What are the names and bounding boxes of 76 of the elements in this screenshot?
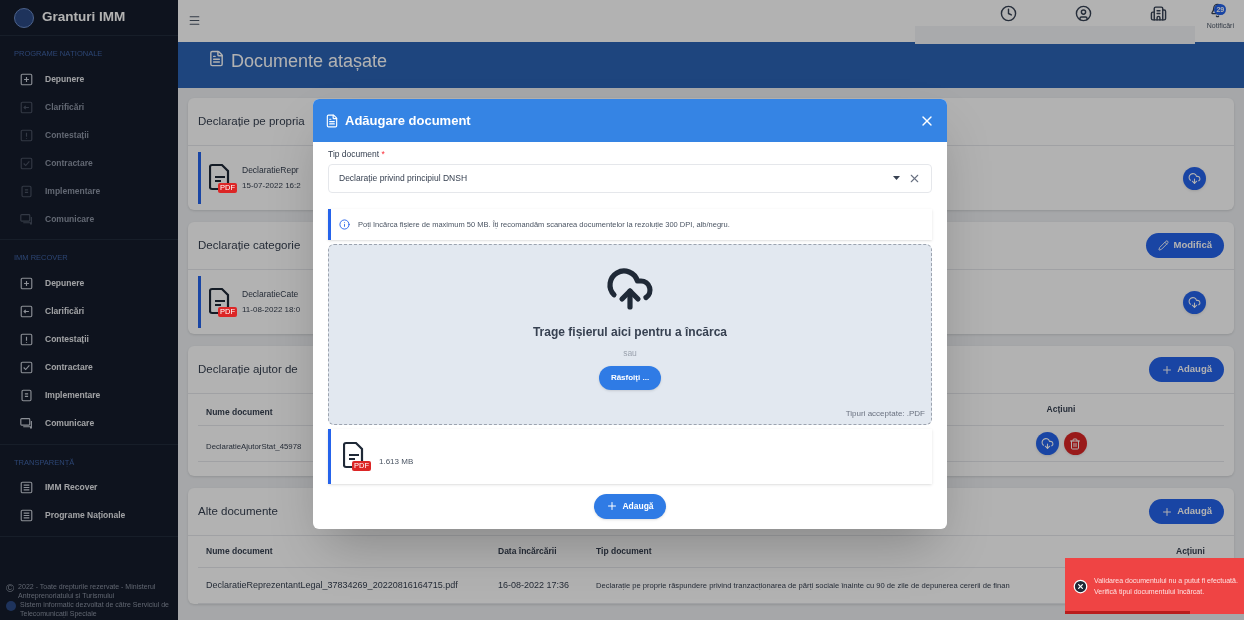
column-header: Nume document (206, 406, 273, 417)
sidebar-item[interactable]: Contractare (0, 353, 178, 382)
delete-button[interactable] (1063, 432, 1087, 455)
table-cell-text: DeclaratieReprezentantLegal_37834269_20220816164715.pdf (205, 578, 459, 592)
sidebar-item[interactable]: IMM Recover (0, 473, 178, 502)
column-header: Acțiuni (1176, 545, 1206, 558)
brand-name: Granturi IMM (42, 8, 126, 27)
drop-zone[interactable]: Trage fișierul aici pentru a încărca sau Răsfoiți ... Tipuri acceptate: .PDF (328, 243, 932, 425)
document-icon (20, 389, 33, 402)
field-label: Tip document * (328, 148, 386, 161)
caret-icon (893, 176, 900, 181)
copyright-symbol: © (6, 583, 15, 594)
info-icon (339, 218, 350, 230)
sidebar-item[interactable]: Implementare (0, 381, 178, 410)
or-text: sau (623, 346, 637, 360)
square-plus-icon (20, 72, 33, 86)
chat-icon (20, 417, 33, 430)
add-button[interactable]: Adaugă (594, 493, 666, 519)
card-title: Declarație ajutor de (198, 361, 298, 377)
list-icon (20, 481, 33, 495)
drop-text: Trage fișierul aici pentru a încărca (532, 323, 728, 341)
document-icon (20, 184, 33, 198)
document-icon (208, 50, 225, 67)
clock-icon[interactable] (999, 5, 1017, 22)
square-exclamation-icon (20, 333, 33, 346)
sidebar-item[interactable]: Contestații (0, 325, 178, 354)
card-title: Declarație categorie (198, 237, 301, 253)
sidebar-item[interactable]: Programe Naționale (0, 501, 178, 530)
square-check-icon (20, 156, 33, 170)
square-check-icon (20, 361, 33, 374)
download-button[interactable] (1035, 432, 1059, 455)
card-title: Declarație pe propria (198, 113, 305, 129)
file-date: 15-07-2022 16:2 (242, 180, 301, 192)
pencil-icon (1158, 240, 1170, 251)
file-name: DeclaratieCate (242, 288, 300, 301)
trash-icon (1069, 437, 1081, 450)
accepted-types: Tipuri acceptate: .PDF (845, 407, 925, 420)
browse-button[interactable]: Răsfoiți ... (598, 365, 662, 390)
file-size: 1.613 MB (379, 456, 414, 469)
emblem-icon (6, 601, 16, 611)
column-header: Nume document (205, 545, 274, 558)
plus-icon (1161, 505, 1174, 518)
column-header: Data încărcării (498, 545, 558, 558)
menu-icon[interactable] (188, 14, 201, 27)
column-header: Tip document (596, 545, 653, 558)
user-icon[interactable] (1074, 5, 1092, 22)
sidebar-item[interactable]: Depunere (0, 269, 178, 298)
add-button[interactable]: Adaugă (1149, 357, 1224, 382)
page-title: Documente atașate (231, 50, 388, 73)
square-exclamation-icon (20, 128, 33, 142)
edit-button[interactable]: Modifică (1146, 233, 1224, 258)
column-header: Acțiuni (1045, 403, 1077, 416)
list-icon (20, 509, 33, 523)
sidebar-item[interactable]: Comunicare (0, 409, 178, 438)
add-button[interactable]: Adaugă (1149, 499, 1224, 524)
chat-icon (20, 212, 33, 226)
document-icon (325, 113, 339, 128)
cloud-download-icon (1188, 295, 1201, 309)
cloud-download-icon (1040, 437, 1054, 450)
card-title: Alte documente (198, 503, 278, 519)
download-button[interactable] (1183, 166, 1206, 190)
plus-icon (606, 500, 619, 513)
sidebar-item[interactable]: Clarificări (0, 297, 178, 326)
sidebar-item[interactable]: Depunere (0, 65, 178, 94)
square-plus-icon (20, 277, 33, 290)
cloud-download-icon (1188, 171, 1201, 185)
file-name: DeclaratieRepr (242, 164, 300, 177)
error-icon (1073, 578, 1088, 594)
table-cell-text: 16-08-2022 17:36 (498, 578, 571, 592)
file-date: 11-08-2022 18:0 (242, 304, 301, 316)
emblem-icon (14, 7, 34, 28)
plus-icon (1161, 363, 1174, 376)
document-type-select[interactable]: Declarație privind principiul DNSH (328, 163, 932, 193)
modal-title: Adăugare document (345, 111, 471, 130)
download-button[interactable] (1183, 290, 1206, 314)
building-icon[interactable] (1149, 5, 1167, 22)
